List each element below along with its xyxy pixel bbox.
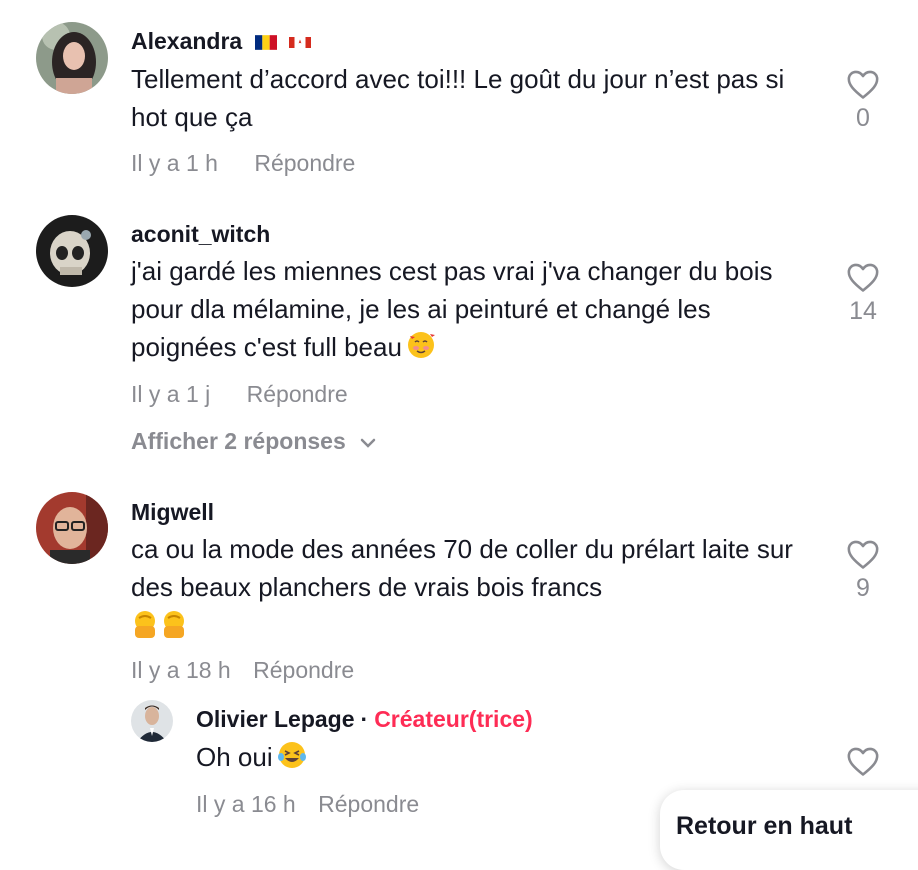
comment-text: j'ai gardé les miennes cest pas vrai j'v… [131,252,821,370]
heart-icon [847,540,879,569]
reply-button[interactable]: Répondre [254,150,355,176]
reply-time: Il y a 16 h [196,791,296,817]
facepalm-icon [131,608,189,648]
heart-icon [847,747,879,776]
comment-username[interactable]: aconit_witch [131,221,270,248]
laughing-tears-icon [277,740,307,780]
back-to-top-button[interactable]: Retour en haut [660,790,918,870]
comment-username[interactable]: Alexandra [131,28,311,56]
comment-text: Tellement d’accord avec toi!!! Le goût d… [131,64,785,132]
reply-username[interactable]: Olivier Lepage [196,706,355,732]
reply-meta: Il y a 16 h Répondre [196,791,419,818]
like-button[interactable]: 9 [833,538,893,603]
back-to-top-label: Retour en haut [676,812,853,840]
romania-flag-icon [254,29,277,56]
comment-meta: Il y a 1 h Répondre [131,150,355,177]
comment-time: Il y a 1 j [131,381,211,407]
comment-meta: Il y a 1 j Répondre [131,381,348,408]
like-button[interactable] [833,745,893,777]
heart-icon [847,263,879,292]
avatar[interactable] [36,492,108,564]
comment-text: ca ou la mode des années 70 de coller du… [131,530,821,648]
avatar[interactable] [36,22,108,94]
like-count: 14 [849,297,877,325]
comment-time: Il y a 18 h [131,657,231,683]
reply-text: Oh oui [196,738,816,780]
reply-username-line: Olivier Lepage · Créateur(trice) [196,706,533,732]
creator-badge: Créateur(trice) [374,706,533,732]
canada-flag-icon [289,29,311,56]
view-replies-button[interactable]: Afficher 2 réponses [131,428,376,455]
chevron-down-icon [360,438,376,448]
reply-button[interactable]: Répondre [253,657,354,683]
reply-button[interactable]: Répondre [247,381,348,407]
like-count: 0 [856,104,870,132]
comment-username[interactable]: Migwell [131,499,214,526]
smiling-face-with-hearts-icon [406,330,436,370]
like-button[interactable]: 14 [833,261,893,326]
heart-icon [847,70,879,99]
comment-time: Il y a 1 h [131,150,218,176]
reply-button[interactable]: Répondre [318,791,419,817]
comment-meta: Il y a 18 h Répondre [131,657,354,684]
like-button[interactable]: 0 [833,68,893,133]
like-count: 9 [856,574,870,602]
avatar[interactable] [131,700,173,742]
avatar[interactable] [36,215,108,287]
